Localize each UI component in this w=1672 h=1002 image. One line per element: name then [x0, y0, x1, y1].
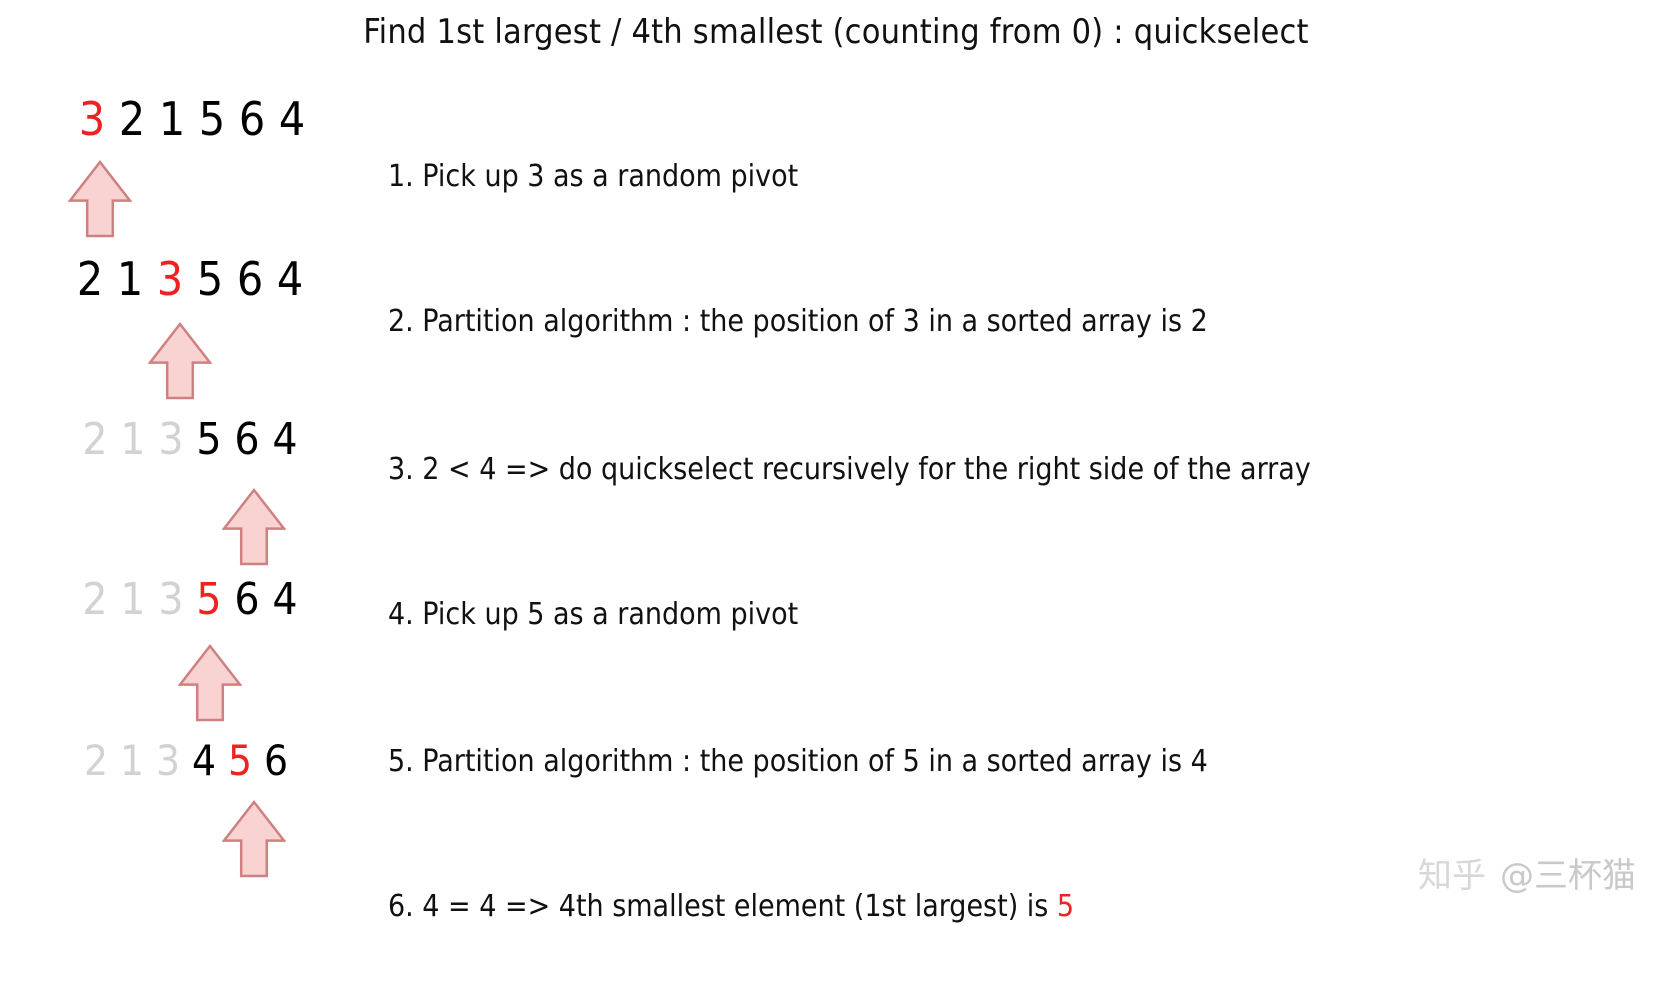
- step-2-label: 2. Partition algorithm : the position of…: [388, 304, 1208, 339]
- watermark-handle: @三杯猫: [1500, 856, 1636, 896]
- step-4: 4. Pick up 5 as a random pivot: [388, 598, 798, 631]
- step-1: 1. Pick up 3 as a random pivot: [388, 160, 798, 193]
- step-1-label: 1. Pick up 3 as a random pivot: [388, 159, 799, 194]
- step-4-label: 4. Pick up 5 as a random pivot: [388, 597, 799, 632]
- step-5: 5. Partition algorithm : the position of…: [388, 745, 1208, 778]
- step-3-label: 3. 2 < 4 => do quickselect recursively f…: [388, 452, 1311, 487]
- step-6-label: 6. 4 = 4 => 4th smallest element (1st la…: [388, 889, 1057, 924]
- step-6-highlight: 5: [1056, 889, 1075, 924]
- step-5-label: 5. Partition algorithm : the position of…: [388, 744, 1208, 779]
- watermark: 知乎 @三杯猫: [1418, 848, 1636, 897]
- watermark-logo: 知乎: [1418, 856, 1486, 896]
- step-6: 6. 4 = 4 => 4th smallest element (1st la…: [388, 890, 1074, 923]
- step-3: 3. 2 < 4 => do quickselect recursively f…: [388, 453, 1311, 486]
- step-2: 2. Partition algorithm : the position of…: [388, 305, 1208, 338]
